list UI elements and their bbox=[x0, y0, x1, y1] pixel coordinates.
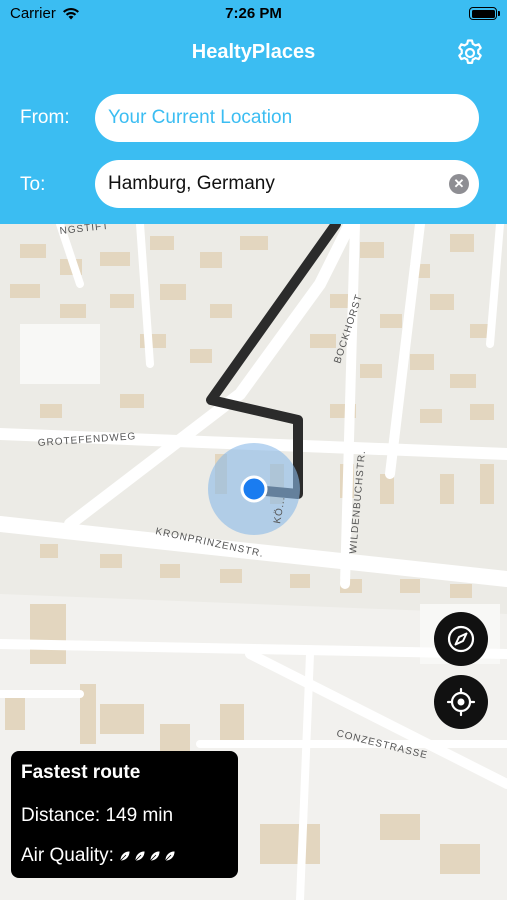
air-quality-label: Air Quality: bbox=[21, 845, 114, 866]
route-info-card: Fastest route Distance: 149 min Air Qual… bbox=[11, 751, 238, 878]
locate-button[interactable] bbox=[434, 675, 488, 729]
from-field[interactable]: Your Current Location bbox=[95, 94, 479, 142]
air-quality-row: Air Quality: bbox=[21, 845, 228, 867]
status-bar: Carrier 7:26 PM bbox=[0, 0, 507, 28]
route-card-title: Fastest route bbox=[21, 762, 141, 783]
route-distance: Distance: 149 min bbox=[21, 805, 174, 826]
compass-button[interactable] bbox=[434, 612, 488, 666]
battery-icon bbox=[469, 7, 500, 20]
gear-icon[interactable] bbox=[455, 38, 485, 68]
from-label: From: bbox=[20, 107, 70, 128]
nav-bar: HealtyPlaces bbox=[0, 28, 507, 78]
to-field[interactable]: Hamburg, Germany ✕ bbox=[95, 160, 479, 208]
compass-icon bbox=[447, 625, 475, 653]
to-label: To: bbox=[20, 174, 46, 195]
current-location-dot[interactable] bbox=[240, 475, 268, 503]
air-quality-rating bbox=[118, 849, 177, 863]
leaf-icon bbox=[134, 850, 146, 862]
app-title: HealtyPlaces bbox=[191, 41, 316, 63]
leaf-icon bbox=[164, 850, 176, 862]
to-field-value: Hamburg, Germany bbox=[108, 173, 275, 194]
route-search-panel: From: Your Current Location To: Hamburg,… bbox=[0, 78, 507, 224]
clear-icon[interactable]: ✕ bbox=[449, 174, 469, 194]
leaf-icon bbox=[119, 850, 131, 862]
crosshair-icon bbox=[446, 687, 476, 717]
leaf-icon bbox=[149, 850, 161, 862]
status-time: 7:26 PM bbox=[225, 5, 282, 22]
